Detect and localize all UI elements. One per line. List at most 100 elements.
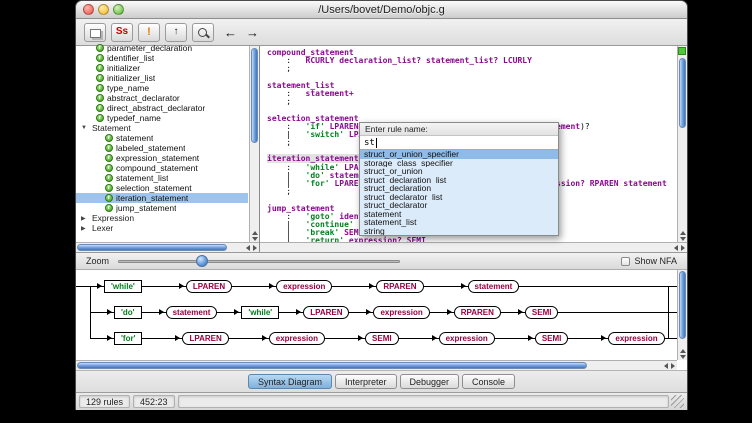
sidebar-group-lexer[interactable]: ▶ Lexer [76,223,248,233]
scrollbar-arrows[interactable] [678,349,687,359]
diagram-node[interactable]: LPAREN [186,280,232,293]
scroll-down-icon[interactable] [680,355,686,359]
scrollbar-thumb[interactable] [679,271,686,339]
rules-tree[interactable]: parameter_declaration identifier_list [76,43,259,242]
scroll-right-icon[interactable] [671,363,675,369]
sidebar-item-statement-list[interactable]: statement_list [76,173,248,183]
completion-item[interactable]: statement_list [360,218,558,227]
check-grammar-button[interactable]: ! [138,23,160,42]
sidebar-item-direct-abstract-declarator[interactable]: direct_abstract_declarator [76,103,248,113]
scrollbar-thumb[interactable] [251,48,258,143]
diagram-node[interactable]: statement [166,306,218,319]
scrollbar-arrows[interactable] [674,243,685,252]
diagram-node[interactable]: LPAREN [303,306,349,319]
tab-syntax-diagram[interactable]: Syntax Diagram [248,374,332,389]
scroll-right-icon[interactable] [681,245,685,251]
console-window-button[interactable] [84,23,106,42]
sidebar-item-labeled-statement[interactable]: labeled_statement [76,143,248,153]
disclosure-triangle-icon[interactable]: ▼ [81,125,89,131]
rule-name-input[interactable]: st [360,136,558,150]
scroll-down-icon[interactable] [680,237,686,241]
diagram-node[interactable]: expression [608,332,664,345]
scroll-up-icon[interactable] [680,231,686,235]
diagram-node[interactable]: expression [269,332,325,345]
sidebar-item-identifier-list[interactable]: identifier_list [76,53,248,63]
completion-item[interactable]: struct_declaration_list [360,176,558,185]
disclosure-triangle-icon[interactable]: ▶ [81,215,89,222]
diagram-node[interactable]: statement [468,280,520,293]
diagram-node[interactable]: RPAREN [376,280,423,293]
editor-vertical-scrollbar[interactable] [677,46,687,242]
completion-item[interactable]: storage_class_specifier [360,159,558,168]
scroll-up-icon[interactable] [252,231,258,235]
diagram-node[interactable]: expression [439,332,495,345]
diagram-node[interactable]: expression [373,306,429,319]
scroll-left-icon[interactable] [664,363,668,369]
sidebar-vertical-scrollbar[interactable] [249,46,259,242]
back-button[interactable]: ← [224,26,237,39]
sidebar-item-abstract-declarator[interactable]: abstract_declarator [76,93,248,103]
diagram-node[interactable]: 'while' [104,280,142,293]
sidebar-item-expression-statement[interactable]: expression_statement [76,153,248,163]
syntax-coloring-button[interactable]: Ss [111,23,133,42]
diagram-node[interactable]: 'do' [114,306,142,319]
sidebar-item-compound-statement[interactable]: compound_statement [76,163,248,173]
scroll-up-icon[interactable] [680,349,686,353]
sidebar-horizontal-scrollbar[interactable] [76,242,259,252]
completion-item[interactable]: struct_declaration [360,184,558,193]
ideas-button[interactable]: ↑ [165,23,187,42]
completion-item[interactable]: struct_or_union_specifier [360,150,558,159]
completion-item[interactable]: struct_or_union [360,167,558,176]
scrollbar-arrows[interactable] [250,231,259,241]
sidebar-item-type-name[interactable]: type_name [76,83,248,93]
zoom-slider-knob[interactable] [196,255,208,267]
editor-horizontal-scrollbar[interactable] [260,242,687,252]
sidebar-item-statement[interactable]: statement [76,133,248,143]
scroll-right-icon[interactable] [253,245,257,251]
scrollbar-arrows[interactable] [678,231,687,241]
scrollbar-thumb[interactable] [77,244,227,251]
zoom-window-button[interactable] [113,4,124,15]
diagram-node[interactable]: 'while' [241,306,279,319]
completion-item[interactable]: statement [360,210,558,219]
forward-button[interactable]: → [246,26,259,39]
find-button[interactable] [192,23,214,42]
sidebar-item-parameter-declaration[interactable]: parameter_declaration [76,43,248,53]
scrollbar-thumb[interactable] [77,362,587,369]
close-button[interactable] [83,4,94,15]
zoom-slider[interactable] [118,255,400,267]
sidebar-item-iteration-statement[interactable]: iteration_statement [76,193,248,203]
diagram-node[interactable]: RPAREN [454,306,501,319]
diagram-node[interactable]: SEMI [365,332,399,345]
diagram-node[interactable]: 'for' [114,332,142,345]
sidebar-item-typedef-name[interactable]: typedef_name [76,113,248,123]
sidebar-group-expression[interactable]: ▶ Expression [76,213,248,223]
scrollbar-thumb[interactable] [679,58,686,128]
scrollbar-arrows[interactable] [246,243,257,252]
scroll-left-icon[interactable] [674,245,678,251]
show-nfa-checkbox[interactable] [621,257,630,266]
diagram-vertical-scrollbar[interactable] [677,270,687,360]
completion-item[interactable]: string [360,227,558,236]
sidebar-item-initializer[interactable]: initializer [76,63,248,73]
resize-grip[interactable] [671,395,684,408]
minimize-button[interactable] [98,4,109,15]
completion-item[interactable]: struct_declarator [360,201,558,210]
tab-interpreter[interactable]: Interpreter [335,374,397,389]
window-titlebar[interactable]: /Users/bovet/Demo/objc.g [76,1,687,19]
zoom-slider-track[interactable] [118,260,400,263]
scrollbar-arrows[interactable] [664,361,675,370]
railroad-canvas[interactable]: 'while' LPAREN expression RPAREN statement '… [76,270,677,360]
sidebar-group-statement[interactable]: ▼ Statement [76,123,248,133]
diagram-node[interactable]: LPAREN [182,332,228,345]
scroll-down-icon[interactable] [252,237,258,241]
tab-console[interactable]: Console [462,374,515,389]
diagram-node[interactable]: SEMI [535,332,569,345]
sidebar-item-initializer-list[interactable]: initializer_list [76,73,248,83]
sidebar-item-selection-statement[interactable]: selection_statement [76,183,248,193]
sidebar-item-jump-statement[interactable]: jump_statement [76,203,248,213]
diagram-node[interactable]: expression [276,280,332,293]
disclosure-triangle-icon[interactable]: ▶ [81,225,89,232]
tab-debugger[interactable]: Debugger [400,374,460,389]
completion-item[interactable]: struct_declarator_list [360,193,558,202]
